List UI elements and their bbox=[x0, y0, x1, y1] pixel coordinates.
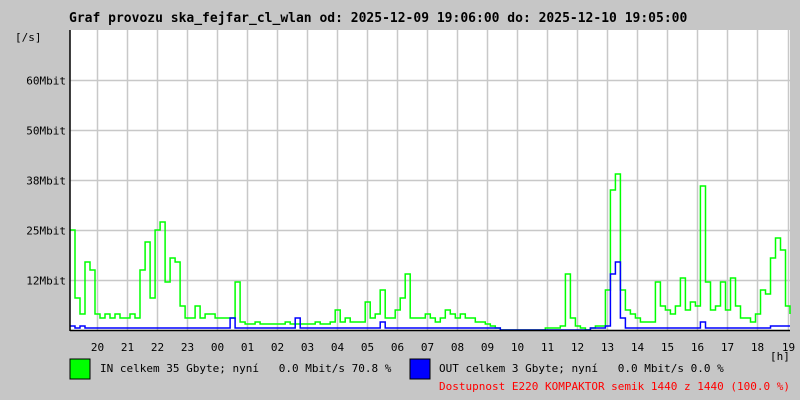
x-tick-label: 01 bbox=[241, 341, 254, 354]
x-tick-label: 08 bbox=[451, 341, 464, 354]
x-tick-label: 06 bbox=[391, 341, 404, 354]
traffic-graph: Graf provozu ska_fejfar_cl_wlan od: 2025… bbox=[0, 0, 800, 400]
x-tick-label: 15 bbox=[661, 341, 674, 354]
x-tick-label: 12 bbox=[571, 341, 584, 354]
x-tick-label: 17 bbox=[721, 341, 734, 354]
y-tick-label: 50Mbit bbox=[26, 125, 66, 138]
chart-title: Graf provozu ska_fejfar_cl_wlan od: 2025… bbox=[69, 11, 687, 26]
x-tick-label: 16 bbox=[691, 341, 704, 354]
x-tick-label: 07 bbox=[421, 341, 434, 354]
x-tick-labels: 20 21 22 23 00 01 02 03 04 05 06 07 08 09 10 11 12 13 14 15… bbox=[91, 341, 795, 354]
legend-out-text: OUT celkem 3 Gbyte; nyní 0.0 Mbit/s 0.0 … bbox=[439, 362, 724, 375]
x-tick-label: 22 bbox=[151, 341, 164, 354]
chart-svg: Graf provozu ska_fejfar_cl_wlan od: 2025… bbox=[15, 11, 795, 393]
x-tick-label: 10 bbox=[511, 341, 524, 354]
y-tick-label: 60Mbit bbox=[26, 75, 66, 88]
x-tick-label: 03 bbox=[301, 341, 314, 354]
x-tick-label: 04 bbox=[331, 341, 345, 354]
y-tick-label: 12Mbit bbox=[26, 275, 66, 288]
x-tick-label: 20 bbox=[91, 341, 104, 354]
y-tick-label: 38Mbit bbox=[26, 175, 66, 188]
x-tick-label: 23 bbox=[181, 341, 194, 354]
legend-in-swatch bbox=[69, 358, 91, 380]
legend-in-text: IN celkem 35 Gbyte; nyní 0.0 Mbit/s 70.8… bbox=[100, 362, 392, 375]
y-axis-unit: [/s] bbox=[15, 31, 42, 44]
x-tick-label: 05 bbox=[361, 341, 374, 354]
x-tick-label: 13 bbox=[601, 341, 614, 354]
x-tick-label: 00 bbox=[211, 341, 224, 354]
y-tick-labels: 12Mbit 25Mbit 38Mbit 50Mbit 60Mbit bbox=[26, 75, 66, 288]
x-tick-label: 02 bbox=[271, 341, 284, 354]
availability-text: Dostupnost E220 KOMPAKTOR semik 1440 z 1… bbox=[439, 380, 790, 393]
x-tick-label: 11 bbox=[541, 341, 554, 354]
y-tick-label: 25Mbit bbox=[26, 225, 66, 238]
legend-out-swatch bbox=[409, 358, 431, 380]
x-tick-label: 14 bbox=[631, 341, 645, 354]
x-tick-label: 18 bbox=[751, 341, 764, 354]
x-tick-label: 21 bbox=[121, 341, 134, 354]
x-tick-label: 09 bbox=[481, 341, 494, 354]
x-tick-label: 19 bbox=[782, 341, 795, 354]
